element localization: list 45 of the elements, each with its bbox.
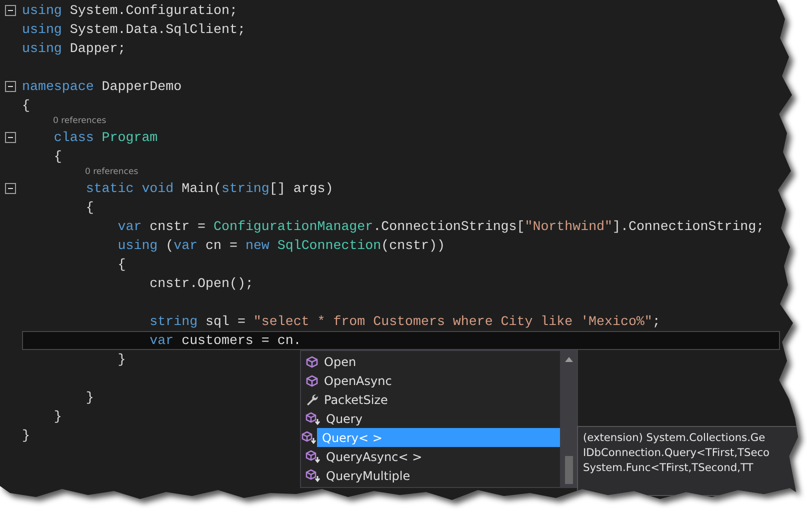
completion-item[interactable]: PacketSize bbox=[301, 390, 560, 409]
code-line: static void Main(string[] args) bbox=[84, 180, 334, 197]
collapse-icon[interactable] bbox=[4, 183, 16, 194]
collapse-icon[interactable] bbox=[4, 132, 16, 143]
code-line: var customers = cn. bbox=[148, 332, 302, 349]
extension-method-icon bbox=[305, 468, 321, 482]
code-line: cnstr.Open(); bbox=[148, 275, 254, 292]
extension-method-icon bbox=[301, 430, 317, 444]
code-line: { bbox=[22, 97, 30, 114]
code-line: var cnstr = ConfigurationManager.ConnectionStrings["Northwind"].ConnectionString; bbox=[116, 218, 764, 235]
extension-method-icon bbox=[305, 450, 321, 464]
wrench-icon bbox=[305, 392, 319, 406]
extension-method-icon bbox=[305, 412, 321, 426]
code-line: using (var cn = new SqlConnection(cnstr)) bbox=[116, 237, 445, 254]
code-line: } bbox=[116, 351, 126, 368]
completion-item[interactable]: Query bbox=[301, 409, 560, 428]
code-line: } bbox=[22, 427, 30, 444]
tooltip-text: (extension) System.Collections.Ge bbox=[583, 431, 766, 446]
completion-item[interactable]: QueryMultiple bbox=[301, 466, 560, 485]
codelens-references[interactable]: 0 references bbox=[53, 115, 106, 128]
code-line: } bbox=[84, 389, 94, 406]
code-line: using System.Configuration; bbox=[22, 2, 238, 19]
scroll-thumb[interactable] bbox=[564, 456, 572, 484]
code-line: { bbox=[116, 256, 126, 273]
code-line: { bbox=[84, 199, 94, 216]
completion-item[interactable]: OpenAsync bbox=[301, 371, 560, 390]
tooltip-text: System.Func<TFirst,TSecond,TT bbox=[583, 461, 754, 476]
code-editor[interactable] bbox=[0, 0, 800, 500]
completion-item[interactable]: QueryAsync< > bbox=[301, 447, 560, 466]
cube-icon bbox=[305, 374, 319, 388]
code-line: } bbox=[52, 408, 62, 425]
code-line: using System.Data.SqlClient; bbox=[22, 21, 246, 38]
completion-item[interactable]: Open bbox=[301, 352, 560, 371]
code-line: string sql = "select * from Customers where City like 'Mexico%"; bbox=[148, 313, 660, 330]
code-line: namespace DapperDemo bbox=[22, 78, 182, 95]
codelens-references[interactable]: 0 references bbox=[85, 166, 138, 179]
scrollbar[interactable] bbox=[560, 351, 577, 487]
code-line: { bbox=[52, 148, 62, 165]
scroll-up-icon[interactable] bbox=[564, 356, 574, 363]
tooltip-text: IDbConnection.Query<TFirst,TSeco bbox=[583, 446, 771, 461]
cube-icon bbox=[305, 354, 319, 368]
collapse-icon[interactable] bbox=[4, 81, 16, 92]
collapse-icon[interactable] bbox=[4, 5, 16, 16]
code-line: class Program bbox=[52, 129, 158, 146]
code-line: using Dapper; bbox=[22, 40, 126, 57]
